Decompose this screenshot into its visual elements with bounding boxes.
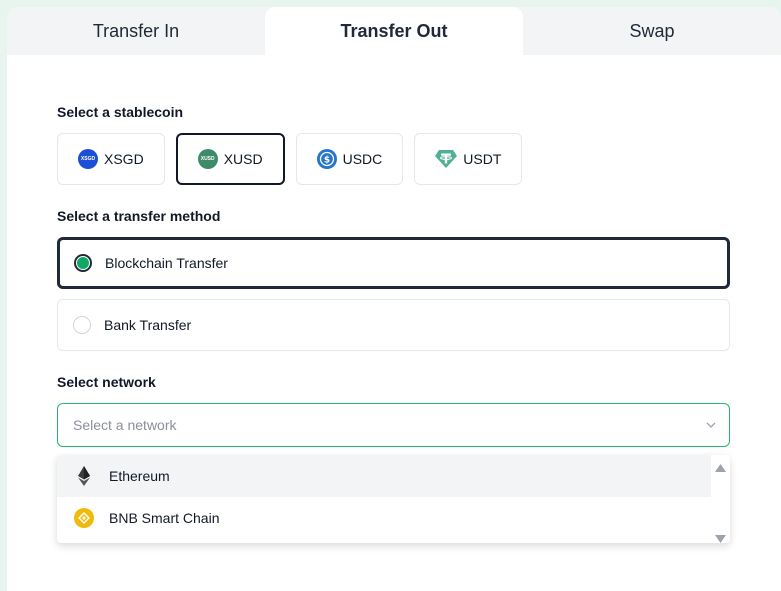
scroll-up-icon[interactable] — [715, 459, 726, 477]
network-select[interactable]: Select a network — [57, 403, 730, 447]
radio-empty-icon[interactable] — [73, 316, 91, 334]
dropdown-scrollbar[interactable] — [711, 455, 730, 543]
method-option-blockchain[interactable]: Blockchain Transfer — [57, 237, 730, 289]
chevron-down-icon — [705, 418, 717, 434]
coin-label: XUSD — [223, 151, 263, 167]
network-placeholder: Select a network — [73, 417, 177, 433]
method-option-bank[interactable]: Bank Transfer — [57, 299, 730, 351]
coin-option-usdt[interactable]: USDT — [414, 133, 523, 185]
stablecoin-options: XSGD XSGD XUSD XUSD $ USDC USDT — [57, 133, 523, 185]
network-option-label: Ethereum — [109, 468, 170, 484]
usdc-icon: $ — [316, 149, 337, 169]
network-option-label: BNB Smart Chain — [109, 510, 220, 526]
xusd-icon: XUSD — [197, 149, 218, 169]
ethereum-icon — [74, 466, 94, 486]
coin-label: XSGD — [104, 151, 144, 167]
network-dropdown: Ethereum BNB Smart Chain — [57, 455, 730, 543]
svg-text:$: $ — [323, 156, 329, 166]
coin-option-xusd[interactable]: XUSD XUSD — [175, 133, 285, 185]
network-section-label: Select network — [57, 374, 156, 390]
tether-icon — [435, 149, 458, 169]
method-label: Blockchain Transfer — [105, 255, 228, 271]
xsgd-icon: XSGD — [78, 149, 98, 169]
tab-transfer-in[interactable]: Transfer In — [7, 7, 265, 55]
stablecoin-section-label: Select a stablecoin — [57, 104, 184, 120]
bnb-icon — [74, 508, 94, 528]
method-label: Bank Transfer — [104, 317, 192, 333]
coin-option-xsgd[interactable]: XSGD XSGD — [57, 133, 165, 185]
coin-label: USDT — [463, 151, 502, 167]
scroll-down-icon[interactable] — [715, 530, 726, 543]
method-section-label: Select a transfer method — [57, 208, 221, 224]
coin-option-usdc[interactable]: $ USDC — [295, 133, 404, 185]
network-option-bnb[interactable]: BNB Smart Chain — [57, 497, 711, 539]
transfer-tabs: Transfer In Transfer Out Swap — [7, 7, 781, 55]
radio-selected-icon[interactable] — [74, 254, 92, 272]
tab-transfer-out[interactable]: Transfer Out — [265, 7, 523, 55]
tab-swap[interactable]: Swap — [523, 7, 781, 55]
network-option-ethereum[interactable]: Ethereum — [57, 455, 711, 497]
coin-label: USDC — [342, 151, 383, 167]
